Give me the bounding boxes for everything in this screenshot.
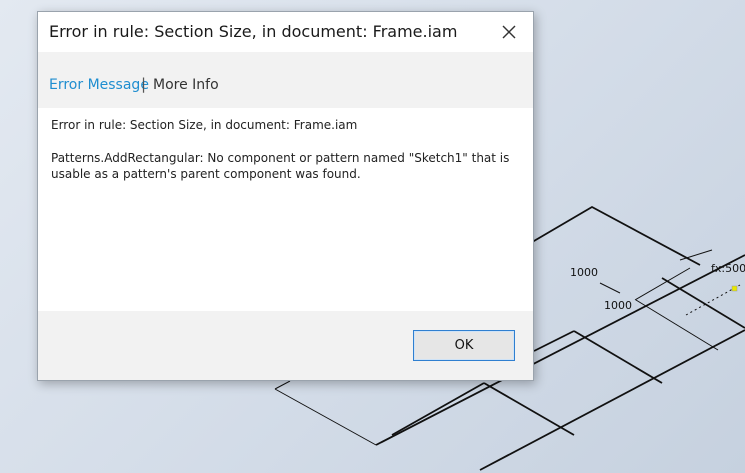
dialog-title: Error in rule: Section Size, in document… [49, 22, 458, 41]
error-summary: Error in rule: Section Size, in document… [51, 118, 358, 132]
error-detail: Patterns.AddRectangular: No component or… [51, 151, 510, 181]
frame-member [533, 330, 575, 352]
frame-edge [521, 205, 701, 266]
dialog-footer: OK [38, 311, 533, 380]
tab-error-message[interactable]: Error Message [49, 77, 149, 93]
close-icon [502, 25, 516, 39]
dimension-label-2: 1000 [604, 299, 632, 312]
dimension-label-1: 1000 [570, 266, 598, 279]
dimension-line [274, 380, 291, 390]
frame-member [661, 277, 745, 329]
tab-more-info[interactable]: More Info [153, 77, 219, 93]
dimension-line [634, 267, 691, 301]
dialog-titlebar[interactable]: Error in rule: Section Size, in document… [38, 12, 533, 52]
tab-separator: | [141, 75, 147, 93]
ok-button[interactable]: OK [413, 330, 515, 361]
dimension-line [274, 388, 377, 446]
dimension-line [635, 299, 719, 351]
error-dialog: Error in rule: Section Size, in document… [37, 11, 534, 381]
tab-bar: Error Message | More Info [38, 52, 533, 108]
fx-label: fx:500 [711, 262, 745, 275]
frame-member [391, 382, 485, 436]
close-button[interactable] [497, 20, 521, 44]
dimension-line [679, 249, 713, 261]
frame-member [483, 382, 575, 436]
error-message-panel: Error in rule: Section Size, in document… [38, 108, 533, 311]
fx-marker [731, 285, 738, 292]
frame-member [573, 330, 663, 384]
dimension-line [599, 282, 621, 294]
